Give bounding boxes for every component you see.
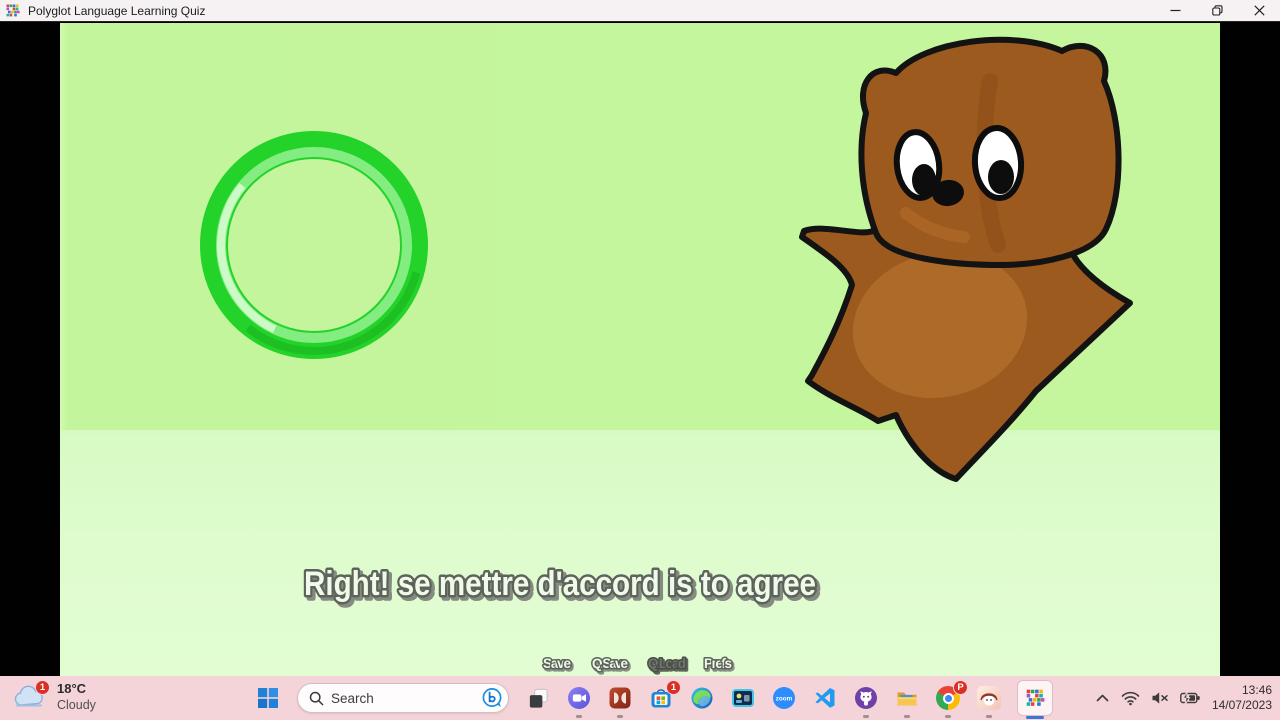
game-menu: Save Q.Save Q.Load Prefs Save Q.Save Q.L… [60, 641, 1220, 675]
clock[interactable]: 13:46 14/07/2023 [1212, 683, 1272, 713]
vscode-app-button[interactable] [813, 686, 837, 710]
menu-qsave-button[interactable]: Q.Save [592, 656, 628, 671]
beaver-character [802, 40, 1130, 479]
video-chat-icon [567, 686, 591, 710]
weather-temperature: 18°C [57, 680, 96, 697]
minimize-button[interactable] [1154, 0, 1196, 21]
bing-chat-icon[interactable] [481, 687, 503, 709]
window-title: Polyglot Language Learning Quiz [28, 4, 205, 18]
running-indicator [576, 715, 582, 718]
anime-app-icon [977, 686, 1001, 710]
weather-badge: 1 [35, 680, 50, 695]
svg-text:zoom: zoom [776, 695, 793, 702]
active-window-indicator [1026, 716, 1044, 719]
menu-prefs-button[interactable]: Prefs [704, 656, 732, 671]
search-input[interactable] [331, 691, 474, 706]
video-chat-app-button[interactable] [567, 686, 591, 710]
vscode-icon [813, 686, 837, 710]
restore-button[interactable] [1196, 0, 1238, 21]
wifi-button[interactable] [1121, 690, 1140, 706]
search-icon [309, 691, 324, 706]
running-indicator [863, 715, 869, 718]
file-explorer-app-button[interactable] [895, 686, 919, 710]
game-viewport[interactable]: Right! se mettre d'accord is to agree Ri… [60, 23, 1220, 676]
menu-save-button[interactable]: Save [543, 656, 571, 671]
start-button[interactable] [256, 686, 280, 710]
app-icon [6, 4, 20, 18]
system-tray: 13:46 14/07/2023 [1095, 676, 1272, 720]
title-bar: Polyglot Language Learning Quiz [0, 0, 1280, 22]
battery-button[interactable] [1180, 690, 1201, 706]
microsoft-store-app-button[interactable]: 1 [649, 686, 673, 710]
minimize-icon [1170, 5, 1181, 16]
search-box[interactable] [297, 683, 509, 713]
store-badge: 1 [666, 680, 681, 695]
scene-layer [60, 23, 1220, 676]
github-app-button[interactable] [854, 686, 878, 710]
media-app-button[interactable] [731, 686, 755, 710]
close-button[interactable] [1238, 0, 1280, 21]
chrome-app-button[interactable]: P [936, 686, 960, 710]
restore-icon [1212, 5, 1223, 16]
taskbar-dock: 1 zoom [256, 681, 1052, 715]
running-indicator [617, 715, 623, 718]
chrome-profile-badge: P [953, 680, 968, 695]
dolby-app-button[interactable] [608, 686, 632, 710]
running-indicator [945, 715, 951, 718]
folder-icon [895, 686, 919, 710]
green-ring [184, 115, 444, 375]
task-view-icon [527, 687, 550, 710]
task-view-button[interactable] [526, 686, 550, 710]
zoom-app-button[interactable]: zoom [772, 686, 796, 710]
window-controls [1154, 0, 1280, 21]
weather-widget[interactable]: 1 18°C Cloudy [12, 680, 96, 714]
volume-button[interactable] [1151, 690, 1169, 706]
tray-expand-button[interactable] [1095, 692, 1110, 704]
edge-app-button[interactable] [690, 686, 714, 710]
media-app-icon [731, 686, 755, 710]
close-icon [1254, 5, 1265, 16]
weather-condition: Cloudy [57, 697, 96, 714]
github-icon [854, 686, 878, 710]
taskbar: 1 18°C Cloudy [0, 676, 1280, 720]
polyglot-quiz-icon [1026, 689, 1045, 708]
menu-qload-button[interactable]: Q.Load [648, 656, 686, 671]
volume-muted-icon [1151, 690, 1169, 706]
wifi-icon [1121, 690, 1140, 706]
dolby-icon [608, 686, 632, 710]
edge-icon [690, 686, 714, 710]
windows-icon [257, 687, 279, 709]
chevron-up-icon [1095, 692, 1110, 704]
battery-charging-icon [1180, 690, 1201, 706]
anime-app-button[interactable] [977, 686, 1001, 710]
running-indicator [986, 715, 992, 718]
clock-time: 13:46 [1212, 683, 1272, 698]
zoom-icon: zoom [772, 686, 796, 710]
clock-date: 14/07/2023 [1212, 698, 1272, 713]
polyglot-quiz-app-button[interactable] [1018, 681, 1052, 715]
running-indicator [904, 715, 910, 718]
letterbox-area: Right! se mettre d'accord is to agree Ri… [0, 23, 1280, 676]
